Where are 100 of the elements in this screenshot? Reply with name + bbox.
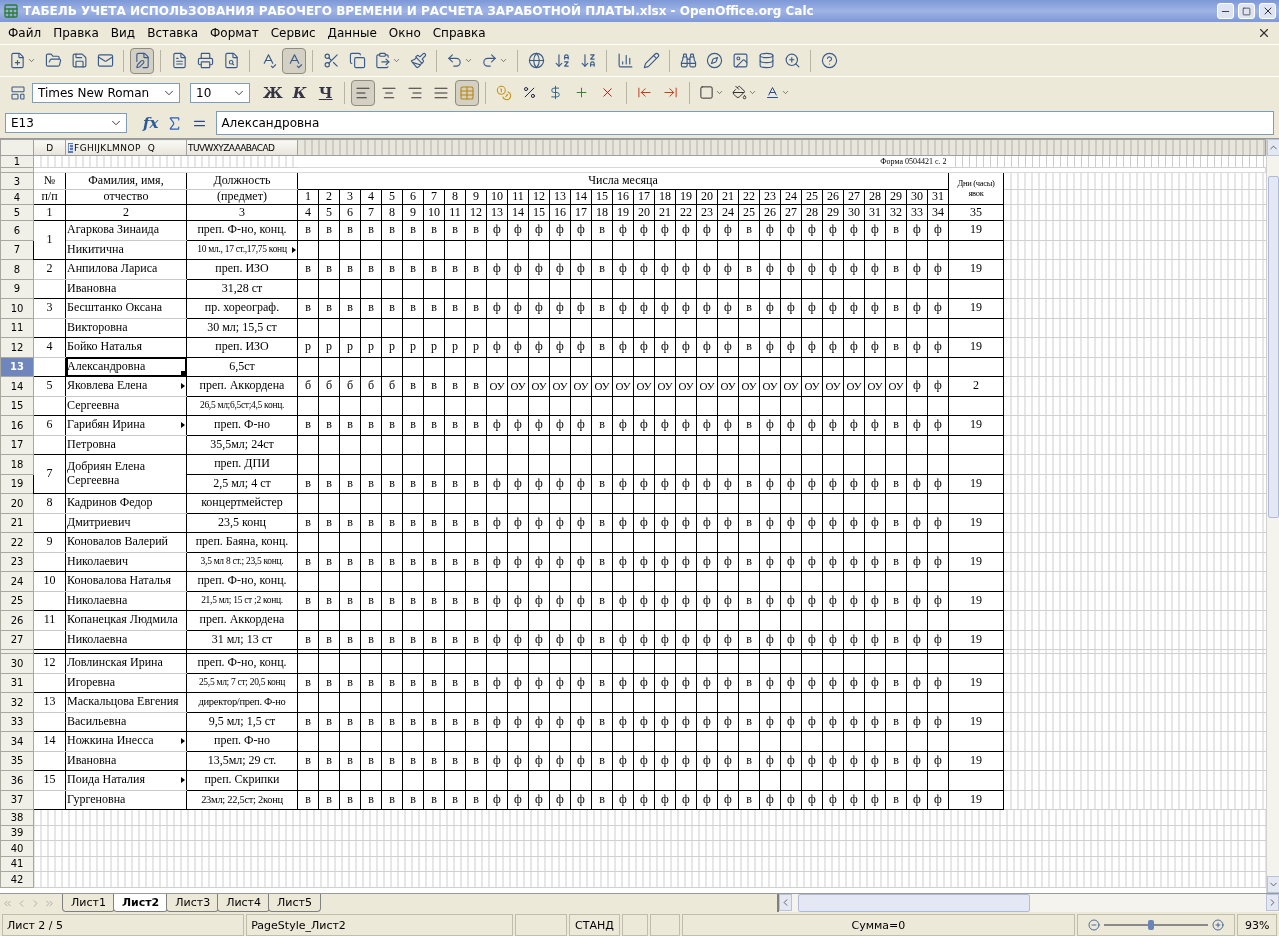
fill-handle[interactable] bbox=[181, 371, 186, 376]
column-header[interactable]: Q bbox=[147, 142, 155, 153]
column-header[interactable]: U bbox=[192, 142, 199, 153]
table-cell[interactable]: Дмитриевич bbox=[65, 513, 187, 533]
column-header[interactable]: N bbox=[120, 142, 127, 153]
column-header[interactable]: J bbox=[97, 142, 100, 153]
table-cell[interactable]: Агаркова Зинаида bbox=[65, 220, 187, 240]
menu-item[interactable]: Формат bbox=[204, 24, 265, 42]
table-cell[interactable]: Поида Наталия bbox=[65, 770, 187, 790]
font-size-field[interactable]: 10 bbox=[190, 82, 250, 103]
column-header[interactable]: Z bbox=[223, 142, 229, 153]
column-header[interactable]: L bbox=[106, 142, 112, 153]
coins-icon bbox=[495, 84, 512, 101]
vertical-scrollbar[interactable] bbox=[1266, 139, 1279, 893]
close-button[interactable] bbox=[1259, 3, 1276, 19]
menu-item[interactable]: Вид bbox=[104, 24, 142, 42]
menu-item[interactable]: Данные bbox=[321, 24, 383, 42]
table-cell[interactable]: Ивановна bbox=[65, 751, 187, 771]
horizontal-scrollbar[interactable] bbox=[777, 894, 1279, 912]
autospellcheck-button[interactable] bbox=[282, 47, 306, 74]
table-cell[interactable]: Гарибян Ирина bbox=[65, 415, 187, 435]
table-cell[interactable]: Ловлинская Ирина bbox=[65, 653, 187, 673]
table-cell[interactable]: Николаевна bbox=[65, 630, 187, 650]
column-header[interactable]: P bbox=[134, 142, 140, 153]
menu-item[interactable]: Сервис bbox=[264, 24, 322, 42]
zoom-thumb[interactable] bbox=[1148, 920, 1155, 930]
table-cell[interactable]: Никитична bbox=[65, 240, 187, 260]
table-cell: ф bbox=[717, 415, 739, 435]
menu-item[interactable]: Правка bbox=[47, 24, 105, 42]
sheet-tab[interactable]: Лист4 bbox=[217, 894, 271, 912]
menu-item[interactable]: Вставка bbox=[141, 24, 204, 42]
table-cell[interactable]: Ивановна bbox=[65, 279, 187, 299]
edit-file-button[interactable] bbox=[130, 47, 154, 74]
day-number: 23 bbox=[759, 189, 781, 205]
column-header[interactable]: AC bbox=[251, 142, 263, 153]
column-header[interactable]: AD bbox=[262, 142, 275, 153]
table-cell[interactable]: Гургеновна bbox=[65, 790, 187, 810]
column-header[interactable]: T bbox=[188, 142, 193, 153]
column-header[interactable]: AA bbox=[228, 142, 241, 153]
table-cell[interactable]: Кадринов Федор bbox=[65, 493, 187, 513]
column-header[interactable]: G bbox=[79, 142, 87, 153]
table-cell[interactable]: Викторовна bbox=[65, 318, 187, 338]
column-header[interactable]: X bbox=[212, 142, 219, 153]
column-header[interactable]: E bbox=[68, 142, 74, 153]
menu-item[interactable]: Файл bbox=[2, 24, 48, 42]
sheet-tab[interactable]: Лист3 bbox=[166, 894, 220, 912]
table-cell[interactable]: Сергеевна bbox=[65, 396, 187, 416]
italic-button[interactable]: К bbox=[287, 79, 312, 106]
table-cell: ф bbox=[528, 259, 550, 279]
table-cell[interactable]: Ножкина Инесса bbox=[65, 731, 187, 751]
table-cell[interactable]: Коновалов Валерий bbox=[65, 532, 187, 552]
column-header[interactable]: M bbox=[112, 142, 120, 153]
table-cell[interactable]: Петровна bbox=[65, 435, 187, 455]
bold-button[interactable]: Ж bbox=[260, 79, 286, 106]
table-cell[interactable]: Анпилова Лариса bbox=[65, 259, 187, 279]
zoom-in-icon bbox=[1212, 919, 1225, 931]
sheet-tab[interactable]: Лист1 bbox=[62, 894, 115, 912]
table-cell[interactable]: Игоревна bbox=[65, 673, 187, 693]
scroll-thumb[interactable] bbox=[798, 894, 1030, 912]
column-header[interactable]: K bbox=[100, 142, 106, 153]
font-name-field[interactable]: Times New Roman bbox=[32, 82, 180, 103]
scroll-thumb[interactable] bbox=[1268, 176, 1279, 518]
menu-item[interactable]: Окно bbox=[382, 24, 427, 42]
column-header[interactable]: V bbox=[198, 142, 205, 153]
column-header[interactable]: D bbox=[46, 142, 53, 153]
column-header[interactable]: Y bbox=[218, 142, 224, 153]
formula-input[interactable]: Александровна bbox=[216, 111, 1274, 135]
column-number: 6 bbox=[339, 204, 361, 221]
merge-cells-button[interactable] bbox=[454, 79, 479, 106]
align-left-button[interactable] bbox=[350, 79, 375, 106]
table-cell[interactable]: Бойко Наталья bbox=[65, 337, 187, 357]
minimize-button[interactable] bbox=[1217, 3, 1234, 19]
table-cell[interactable]: Копанецкая Людмила bbox=[65, 610, 187, 630]
column-header[interactable]: H bbox=[87, 142, 94, 153]
border-square-icon bbox=[698, 85, 714, 100]
function-wizard-button[interactable]: fx bbox=[143, 114, 159, 132]
table-cell[interactable]: Коновалова Наталья bbox=[65, 571, 187, 591]
table-cell: ф bbox=[570, 552, 592, 572]
table-cell[interactable]: Николаевна bbox=[65, 591, 187, 611]
column-header[interactable]: AB bbox=[240, 142, 252, 153]
column-header[interactable]: O bbox=[127, 142, 134, 153]
menu-item[interactable]: Справка bbox=[426, 24, 492, 42]
table-cell[interactable]: Бесштанко Оксана bbox=[65, 298, 187, 318]
underline-button[interactable]: Ч bbox=[313, 79, 338, 106]
table-cell[interactable]: Васильевна bbox=[65, 712, 187, 732]
sheet-tab[interactable]: Лист2 bbox=[112, 894, 169, 912]
table-cell[interactable]: Маскальцова Евгения bbox=[65, 692, 187, 712]
selected-cell[interactable]: Александровна bbox=[65, 357, 187, 377]
table-cell: ф bbox=[549, 712, 571, 732]
name-box[interactable]: E13 bbox=[5, 113, 127, 133]
column-header[interactable]: F bbox=[74, 142, 79, 153]
sheet-tab[interactable]: Лист5 bbox=[268, 894, 321, 912]
close-document-icon[interactable] bbox=[1257, 26, 1271, 40]
column-header[interactable]: I bbox=[94, 142, 97, 153]
table-cell: ф bbox=[759, 673, 781, 693]
table-cell[interactable]: Николаевич bbox=[65, 552, 187, 572]
table-cell: 2,5 мл; 4 ст bbox=[186, 474, 298, 494]
table-cell: 3 bbox=[33, 298, 66, 318]
table-cell[interactable]: Яковлева Елена bbox=[65, 376, 187, 396]
column-header[interactable]: W bbox=[204, 142, 213, 153]
